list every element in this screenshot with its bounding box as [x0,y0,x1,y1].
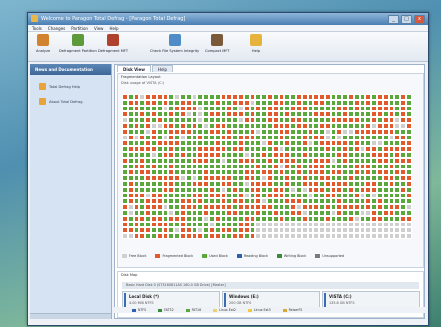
check-fs-button[interactable]: Check File System Integrity [150,34,199,53]
maximize-button[interactable]: □ [401,15,412,24]
fs-legend-ext3: Linux Ext3 [247,308,271,312]
fs-legend-reiserfs: ReiserFS [282,308,302,312]
tab-help[interactable]: Help [151,65,174,72]
partition-usage-bar [324,293,326,308]
help-book-icon [39,83,46,90]
sidebar: News and Documentation Total Defrag Help… [30,64,112,319]
fs-legend-fat16: FAT16 [185,308,201,312]
fs-legend-ext2: Linux Ext2 [213,308,236,312]
title-bar[interactable]: Welcome to Paragon Total Defrag - [Parag… [28,13,428,25]
fs-legend-fat32: FAT32 [158,308,174,312]
sidebar-item-label: About Total Defrag [49,99,83,104]
disk-block [406,233,412,239]
menu-help[interactable]: Help [109,25,118,31]
app-icon [31,15,38,22]
analyze-icon [37,34,50,46]
app-window: Welcome to Paragon Total Defrag - [Parag… [27,12,429,326]
menu-partition[interactable]: Partition [71,25,88,31]
window-title: Welcome to Paragon Total Defrag - [Parag… [41,16,186,22]
about-icon [39,98,46,105]
legend-free: Free Block [122,254,146,258]
sidebar-item-about[interactable]: About Total Defrag [39,98,111,105]
sidebar-item-label: Total Defrag Help [49,84,81,89]
defrag-mft-button[interactable]: Defragment MFT [98,34,128,53]
tab-bar: Disk View Help [117,65,174,72]
help-button[interactable]: Help [250,34,262,53]
defrag-partition-button[interactable]: Defragment Partition [59,34,97,53]
defrag-partition-icon [71,34,84,46]
sidebar-header[interactable]: News and Documentation [30,64,111,75]
sidebar-item-help[interactable]: Total Defrag Help [39,83,111,90]
legend-reading: Reading Block [236,254,268,258]
fragmentation-panel: Fragmentation Layout Disk usage of VISTA… [117,73,424,268]
disk-map-title: Disk Map [121,273,138,277]
legend-used: Used Block [202,254,228,258]
check-fs-icon [168,34,181,46]
compact-mft-icon [211,34,224,46]
compact-mft-button[interactable]: Compact MFT [205,34,230,53]
legend-unsupported: Unsupported [315,254,344,258]
menu-bar: Tools Changes Partition View Help [28,25,428,32]
toolbar: Analyze Defragment Partition Defragment … [28,32,428,62]
window-controls: _ □ x [388,15,425,24]
disk-header[interactable]: Basic Hard Disk 0 (ST3160811AS 160.0 GB … [122,282,419,289]
help-icon [250,34,262,46]
sidebar-scrollbar[interactable] [30,313,111,319]
main-panel: Disk View Help Fragmentation Layout Disk… [114,64,425,319]
tab-disk-view[interactable]: Disk View [117,65,151,72]
block-map-grid [122,94,412,243]
defrag-mft-icon [107,34,120,46]
partition-usage-bar [224,293,226,308]
fs-legend: NTFS FAT32 FAT16 Linux Ext2 Linux Ext3 R… [114,307,425,313]
menu-tools[interactable]: Tools [32,25,42,31]
fragmentation-subtitle: Disk usage of VISTA (C:) [121,81,165,85]
menu-view[interactable]: View [94,25,104,31]
partition-usage-bar [124,293,126,308]
minimize-button[interactable]: _ [388,15,399,24]
fs-legend-ntfs: NTFS [132,308,146,312]
analyze-button[interactable]: Analyze [36,34,50,53]
menu-changes[interactable]: Changes [48,25,65,31]
close-button[interactable]: x [414,15,425,24]
legend-writing: Writing Block [276,254,306,258]
legend-fragmented: Fragmented Block [155,254,193,258]
block-legend: Free Block Fragmented Block Used Block R… [122,252,422,260]
